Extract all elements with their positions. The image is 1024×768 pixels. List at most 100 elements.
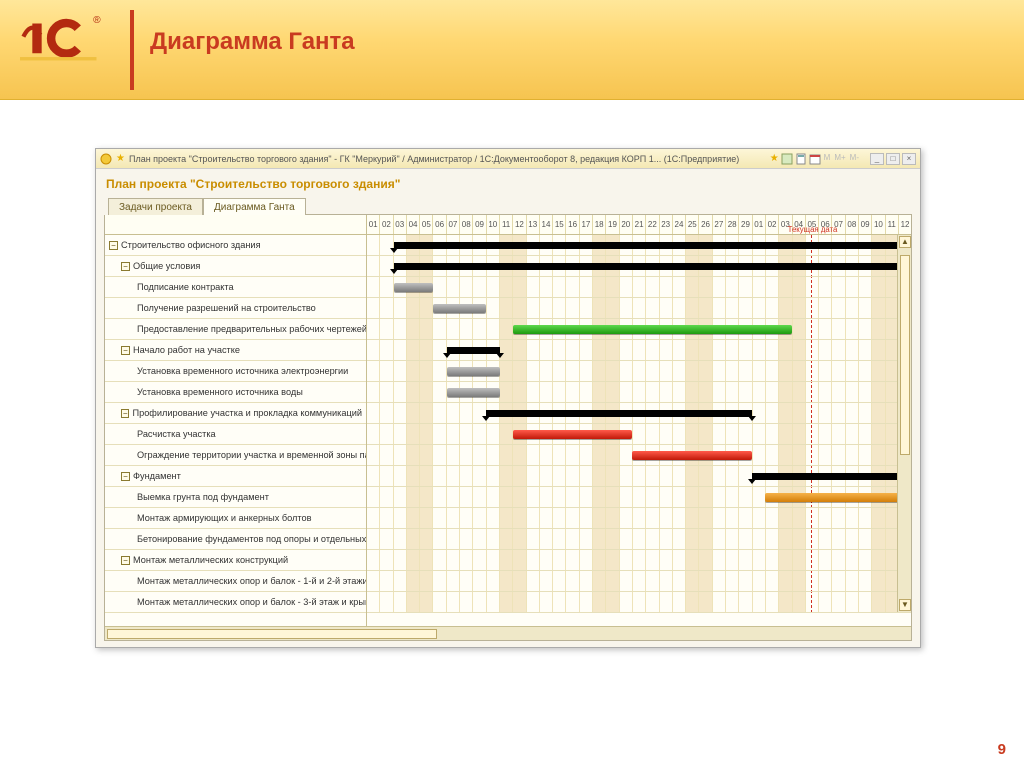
tool-icon-1[interactable] bbox=[781, 153, 793, 165]
timeline-row bbox=[367, 487, 911, 508]
task-label: Ограждение территории участка и временно… bbox=[137, 450, 367, 460]
scroll-up-icon[interactable]: ▲ bbox=[899, 236, 911, 248]
timeline-row bbox=[367, 592, 911, 613]
task-label: Монтаж металлических конструкций bbox=[133, 555, 288, 565]
mem-mplus[interactable]: M+ bbox=[834, 153, 845, 165]
summary-bar[interactable] bbox=[447, 347, 500, 354]
task-label: Установка временного источника электроэн… bbox=[137, 366, 348, 376]
timeline-row bbox=[367, 256, 911, 277]
task-label: Получение разрешений на строительство bbox=[137, 303, 316, 313]
title-divider bbox=[130, 10, 134, 90]
window-titlebar[interactable]: ★ План проекта "Строительство торгового … bbox=[96, 149, 920, 169]
task-row[interactable]: Ограждение территории участка и временно… bbox=[105, 445, 366, 466]
task-bar[interactable] bbox=[447, 367, 500, 376]
task-label: Профилирование участка и прокладка комму… bbox=[132, 408, 362, 418]
tab-gantt[interactable]: Диаграмма Ганта bbox=[203, 198, 306, 215]
task-list: −Строительство офисного здания−Общие усл… bbox=[105, 215, 367, 626]
task-label: Выемка грунта под фундамент bbox=[137, 492, 269, 502]
collapse-icon[interactable]: − bbox=[121, 556, 130, 565]
hscroll-thumb[interactable] bbox=[107, 629, 437, 639]
collapse-icon[interactable]: − bbox=[121, 346, 130, 355]
task-row[interactable]: Установка временного источника воды bbox=[105, 382, 366, 403]
task-row[interactable]: Подписание контракта bbox=[105, 277, 366, 298]
task-row[interactable]: Бетонирование фундаментов под опоры и от… bbox=[105, 529, 366, 550]
timeline-row bbox=[367, 319, 911, 340]
task-row[interactable]: −Фундамент bbox=[105, 466, 366, 487]
task-bar[interactable] bbox=[632, 451, 751, 460]
timeline[interactable]: 0102030405060708091011121314151617181920… bbox=[367, 215, 911, 626]
today-label: Текущая дата bbox=[788, 225, 838, 234]
task-row[interactable]: Выемка грунта под фундамент bbox=[105, 487, 366, 508]
summary-bar[interactable] bbox=[394, 263, 911, 270]
task-label: Предоставление предварительных рабочих ч… bbox=[137, 324, 367, 334]
mem-mminus[interactable]: M- bbox=[850, 153, 859, 165]
task-label: Строительство офисного здания bbox=[121, 240, 261, 250]
svg-text:®: ® bbox=[93, 15, 101, 26]
tab-tasks[interactable]: Задачи проекта bbox=[108, 198, 203, 215]
star-icon[interactable]: ★ bbox=[770, 153, 779, 165]
calculator-icon[interactable] bbox=[795, 153, 807, 165]
task-row[interactable]: Получение разрешений на строительство bbox=[105, 298, 366, 319]
task-bar[interactable] bbox=[433, 304, 486, 313]
favorite-icon[interactable]: ★ bbox=[116, 153, 125, 165]
task-label: Монтаж металлических опор и балок - 3-й … bbox=[137, 597, 367, 607]
collapse-icon[interactable]: − bbox=[121, 262, 130, 271]
task-row[interactable]: Монтаж армирующих и анкерных болтов bbox=[105, 508, 366, 529]
timeline-row bbox=[367, 424, 911, 445]
summary-bar[interactable] bbox=[394, 242, 911, 249]
slide-header: ® Диаграмма Ганта bbox=[0, 0, 1024, 100]
task-row[interactable]: −Начало работ на участке bbox=[105, 340, 366, 361]
task-row[interactable]: Монтаж металлических опор и балок - 3-й … bbox=[105, 592, 366, 613]
timeline-row bbox=[367, 235, 911, 256]
task-bar[interactable] bbox=[447, 388, 500, 397]
window-body: План проекта "Строительство торгового зд… bbox=[96, 169, 920, 647]
task-label: Начало работ на участке bbox=[133, 345, 240, 355]
task-label: Фундамент bbox=[133, 471, 181, 481]
horizontal-scrollbar[interactable] bbox=[105, 626, 911, 640]
vscroll-thumb[interactable] bbox=[900, 255, 910, 455]
titlebar-tools: ★ M M+ M- bbox=[770, 153, 860, 165]
scroll-down-icon[interactable]: ▼ bbox=[899, 599, 911, 611]
task-label: Установка временного источника воды bbox=[137, 387, 303, 397]
vertical-scrollbar[interactable]: ▲ ▼ bbox=[897, 235, 911, 612]
collapse-icon[interactable]: − bbox=[121, 409, 129, 418]
timeline-row bbox=[367, 382, 911, 403]
task-row[interactable]: Расчистка участка bbox=[105, 424, 366, 445]
task-bar[interactable] bbox=[513, 325, 792, 334]
summary-bar[interactable] bbox=[486, 410, 751, 417]
collapse-icon[interactable]: − bbox=[109, 241, 118, 250]
timeline-row bbox=[367, 361, 911, 382]
maximize-button[interactable]: □ bbox=[886, 153, 900, 165]
minimize-button[interactable]: _ bbox=[870, 153, 884, 165]
task-bar[interactable] bbox=[394, 283, 434, 292]
task-header bbox=[105, 215, 366, 235]
task-row[interactable]: −Строительство офисного здания bbox=[105, 235, 366, 256]
timeline-row bbox=[367, 403, 911, 424]
task-label: Подписание контракта bbox=[137, 282, 234, 292]
timeline-row bbox=[367, 298, 911, 319]
close-button[interactable]: × bbox=[902, 153, 916, 165]
timeline-row bbox=[367, 550, 911, 571]
task-label: Бетонирование фундаментов под опоры и от… bbox=[137, 534, 367, 544]
task-label: Общие условия bbox=[133, 261, 200, 271]
task-label: Монтаж армирующих и анкерных болтов bbox=[137, 513, 312, 523]
summary-bar[interactable] bbox=[752, 473, 911, 480]
page-number: 9 bbox=[998, 741, 1006, 758]
page-title: Диаграмма Ганта bbox=[150, 28, 355, 56]
plan-title: План проекта "Строительство торгового зд… bbox=[106, 177, 912, 191]
task-row[interactable]: Предоставление предварительных рабочих ч… bbox=[105, 319, 366, 340]
task-row[interactable]: −Профилирование участка и прокладка комм… bbox=[105, 403, 366, 424]
timeline-row bbox=[367, 340, 911, 361]
tabs: Задачи проекта Диаграмма Ганта bbox=[108, 197, 912, 215]
task-row[interactable]: −Монтаж металлических конструкций bbox=[105, 550, 366, 571]
task-bar[interactable] bbox=[765, 493, 911, 502]
app-icon bbox=[100, 153, 112, 165]
task-bar[interactable] bbox=[513, 430, 632, 439]
timeline-row bbox=[367, 508, 911, 529]
task-row[interactable]: Монтаж металлических опор и балок - 1-й … bbox=[105, 571, 366, 592]
collapse-icon[interactable]: − bbox=[121, 472, 130, 481]
calendar-icon[interactable] bbox=[809, 153, 821, 165]
mem-m[interactable]: M bbox=[824, 153, 831, 165]
task-row[interactable]: −Общие условия bbox=[105, 256, 366, 277]
task-row[interactable]: Установка временного источника электроэн… bbox=[105, 361, 366, 382]
